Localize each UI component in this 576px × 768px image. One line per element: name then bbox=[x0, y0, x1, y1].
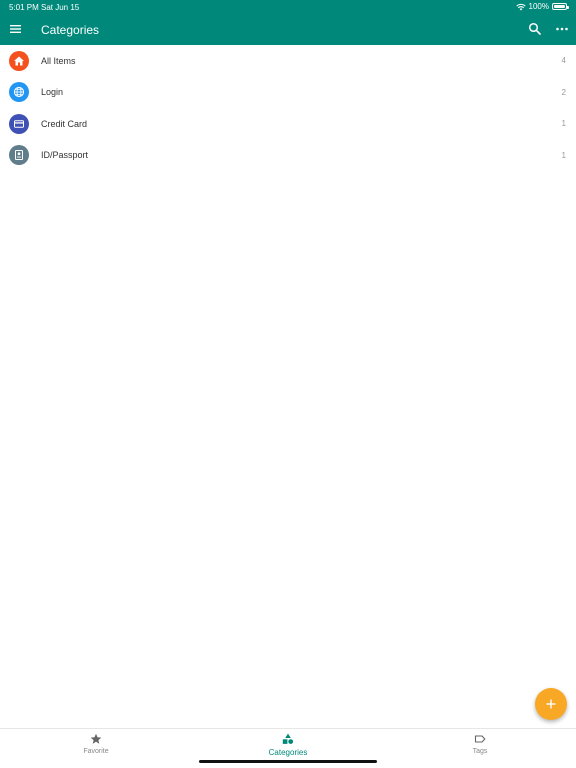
category-label: Login bbox=[41, 87, 64, 98]
category-count: 4 bbox=[561, 56, 566, 66]
status-time: 5:01 PM bbox=[9, 3, 39, 12]
tab-categories[interactable]: Categories bbox=[248, 733, 328, 763]
more-dots-icon bbox=[556, 27, 568, 31]
hamburger-menu-icon bbox=[10, 25, 21, 33]
category-row-credit-card[interactable]: Credit Card 1 bbox=[0, 108, 576, 140]
category-label: Credit Card bbox=[41, 118, 88, 129]
battery-percent: 100% bbox=[528, 2, 549, 11]
shapes-icon bbox=[282, 733, 294, 744]
page-title: Categories bbox=[41, 23, 100, 37]
tab-tags[interactable]: Tags bbox=[440, 733, 520, 763]
star-icon bbox=[90, 733, 102, 744]
add-item-button[interactable] bbox=[535, 688, 567, 720]
category-count: 1 bbox=[561, 119, 566, 129]
category-count: 2 bbox=[561, 87, 566, 97]
search-button[interactable] bbox=[528, 22, 542, 36]
status-bar: 5:01 PM Sat Jun 15 100% bbox=[0, 0, 576, 14]
tab-label: Categories bbox=[268, 748, 308, 757]
tab-label: Favorite bbox=[83, 748, 109, 755]
status-right: 100% bbox=[515, 2, 569, 11]
category-icon-bg bbox=[9, 145, 29, 166]
category-icon-bg bbox=[9, 82, 29, 103]
category-row-login[interactable]: Login 2 bbox=[0, 77, 576, 109]
category-row-all-items[interactable]: All Items 4 bbox=[0, 45, 576, 77]
status-date: Sat Jun 15 bbox=[41, 3, 80, 12]
tag-icon bbox=[474, 735, 486, 743]
tab-favorite[interactable]: Favorite bbox=[56, 733, 136, 763]
search-icon bbox=[528, 22, 541, 35]
category-label: ID/Passport bbox=[41, 150, 89, 161]
home-indicator bbox=[199, 760, 377, 763]
tab-label: Tags bbox=[472, 748, 488, 755]
menu-button[interactable] bbox=[9, 22, 23, 36]
home-icon bbox=[14, 56, 24, 66]
app-header: 5:01 PM Sat Jun 15 100% Categories bbox=[0, 0, 576, 45]
more-options-button[interactable] bbox=[555, 22, 569, 36]
category-icon-bg bbox=[9, 113, 29, 134]
category-label: All Items bbox=[41, 55, 76, 66]
plus-icon bbox=[546, 699, 556, 709]
category-list: All Items 4 Login 2 Credit Card 1 ID/Pas… bbox=[0, 45, 576, 171]
passport-icon bbox=[15, 150, 23, 161]
category-row-id-passport[interactable]: ID/Passport 1 bbox=[0, 140, 576, 172]
credit-card-icon bbox=[14, 120, 24, 128]
category-count: 1 bbox=[561, 150, 566, 160]
category-icon-bg bbox=[9, 50, 29, 71]
globe-icon bbox=[13, 87, 25, 98]
wifi-icon bbox=[515, 3, 526, 10]
battery-icon bbox=[552, 3, 569, 10]
